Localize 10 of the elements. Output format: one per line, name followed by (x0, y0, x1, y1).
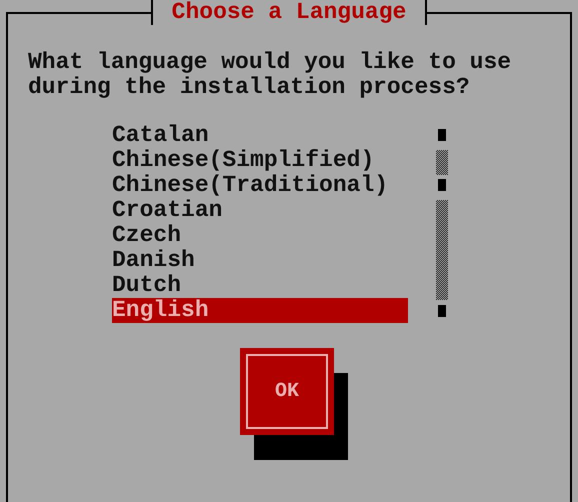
language-item[interactable]: Chinese(Traditional) (112, 173, 408, 198)
language-item[interactable]: Catalan (112, 123, 408, 148)
dialog-title: Choose a Language (150, 0, 428, 25)
language-item[interactable]: Czech (112, 223, 408, 248)
language-item[interactable]: Croatian (112, 198, 408, 223)
language-item[interactable]: Dutch (112, 273, 408, 298)
prompt-text: What language would you like to use during the installation process? (28, 50, 512, 100)
language-item[interactable]: Danish (112, 248, 408, 273)
language-item[interactable]: English (112, 298, 408, 323)
language-item[interactable]: Chinese(Simplified) (112, 148, 408, 173)
